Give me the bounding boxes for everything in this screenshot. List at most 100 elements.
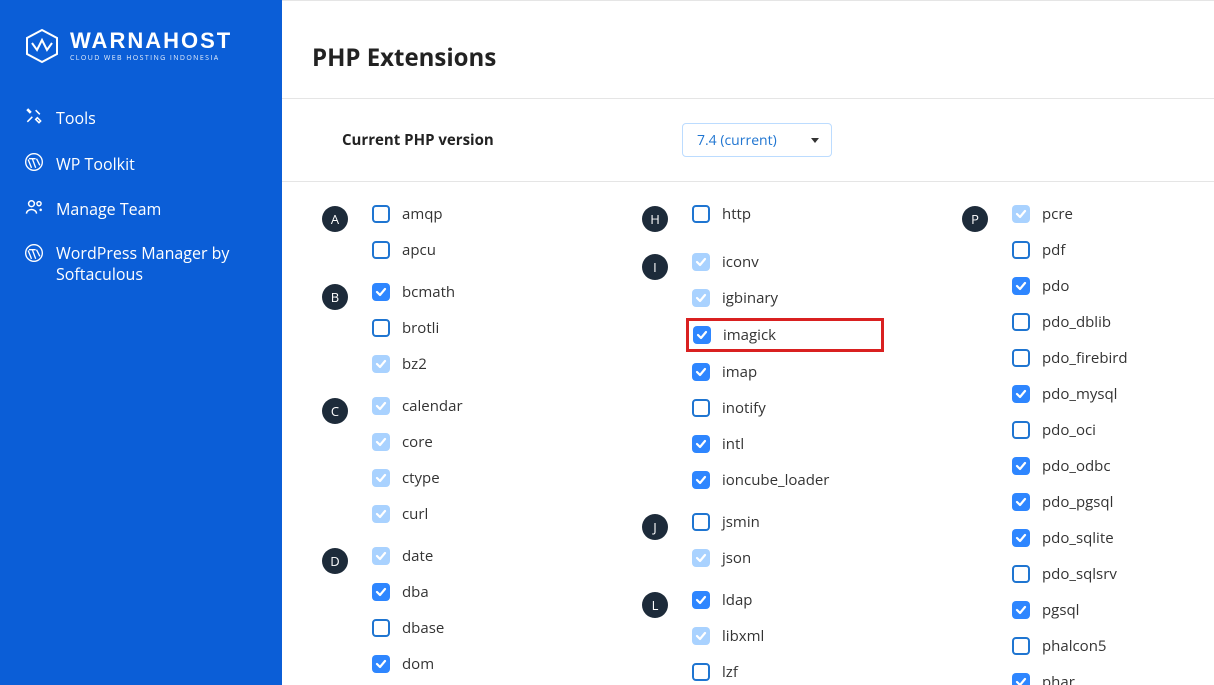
checkbox-locked-icon <box>372 433 390 451</box>
checkbox-unchecked-icon[interactable] <box>372 319 390 337</box>
extension-amqp[interactable]: amqp <box>366 200 449 228</box>
checkbox-checked-icon[interactable] <box>372 283 390 301</box>
extension-pgsql[interactable]: pgsql <box>1006 596 1134 624</box>
checkbox-checked-icon[interactable] <box>1012 673 1030 685</box>
extension-label: ctype <box>402 468 440 488</box>
letter-badge: A <box>322 206 348 232</box>
extension-pcre[interactable]: pcre <box>1006 200 1134 228</box>
checkbox-checked-icon[interactable] <box>1012 601 1030 619</box>
checkbox-checked-icon[interactable] <box>372 655 390 673</box>
checkbox-checked-icon[interactable] <box>1012 493 1030 511</box>
checkbox-unchecked-icon[interactable] <box>692 205 710 223</box>
extension-phar[interactable]: phar <box>1006 668 1134 685</box>
extension-label: pcre <box>1042 204 1073 224</box>
extension-jsmin[interactable]: jsmin <box>686 508 766 536</box>
extension-igbinary[interactable]: igbinary <box>686 284 878 312</box>
checkbox-checked-icon[interactable] <box>692 471 710 489</box>
extension-intl[interactable]: intl <box>686 430 878 458</box>
checkbox-checked-icon[interactable] <box>1012 277 1030 295</box>
checkbox-unchecked-icon[interactable] <box>1012 637 1030 655</box>
checkbox-unchecked-icon[interactable] <box>1012 421 1030 439</box>
extensions-column: Ppcrepdfpdopdo_dblibpdo_firebirdpdo_mysq… <box>962 202 1214 685</box>
sidebar: WARNAHOST CLOUD WEB HOSTING INDONESIA To… <box>0 0 282 685</box>
extension-label: pdo <box>1042 276 1069 296</box>
extension-bz2[interactable]: bz2 <box>366 350 461 378</box>
checkbox-unchecked-icon[interactable] <box>692 399 710 417</box>
checkbox-unchecked-icon[interactable] <box>1012 241 1030 259</box>
checkbox-checked-icon[interactable] <box>692 435 710 453</box>
extension-curl[interactable]: curl <box>366 500 469 528</box>
extensions-column: HhttpIiconvigbinaryimagickimapinotifyint… <box>642 202 922 685</box>
php-version-row: Current PHP version 7.4 (current) <box>282 99 1214 182</box>
extension-items: amqpapcu <box>370 202 445 262</box>
extension-date[interactable]: date <box>366 542 450 570</box>
extension-label: date <box>402 546 433 566</box>
extension-ldap[interactable]: ldap <box>686 586 770 614</box>
extension-label: pdo_oci <box>1042 420 1096 440</box>
checkbox-checked-icon[interactable] <box>692 363 710 381</box>
extension-label: curl <box>402 504 428 524</box>
extension-label: imap <box>722 362 757 382</box>
php-version-select[interactable]: 7.4 (current) <box>682 123 832 157</box>
checkbox-checked-icon[interactable] <box>1012 385 1030 403</box>
extension-pdo-sqlsrv[interactable]: pdo_sqlsrv <box>1006 560 1134 588</box>
extension-label: ioncube_loader <box>722 470 829 490</box>
extension-http[interactable]: http <box>686 200 757 228</box>
extension-pdo-oci[interactable]: pdo_oci <box>1006 416 1134 444</box>
extension-pdo-mysql[interactable]: pdo_mysql <box>1006 380 1134 408</box>
extension-pdf[interactable]: pdf <box>1006 236 1134 264</box>
sidebar-item-wordpress-manager-by-softaculous[interactable]: WordPress Manager by Softaculous <box>0 233 282 296</box>
extension-label: pgsql <box>1042 600 1079 620</box>
checkbox-unchecked-icon[interactable] <box>692 513 710 531</box>
extension-apcu[interactable]: apcu <box>366 236 449 264</box>
extension-dbase[interactable]: dbase <box>366 614 450 642</box>
extension-pdo[interactable]: pdo <box>1006 272 1134 300</box>
extension-imagick[interactable]: imagick <box>686 318 884 352</box>
checkbox-checked-icon[interactable] <box>1012 529 1030 547</box>
extension-lzf[interactable]: lzf <box>686 658 770 685</box>
extension-dba[interactable]: dba <box>366 578 450 606</box>
checkbox-checked-icon[interactable] <box>692 591 710 609</box>
checkbox-unchecked-icon[interactable] <box>372 619 390 637</box>
extension-json[interactable]: json <box>686 544 766 572</box>
team-icon <box>24 197 44 223</box>
sidebar-item-manage-team[interactable]: Manage Team <box>0 187 282 233</box>
extension-phalcon5[interactable]: phalcon5 <box>1006 632 1134 660</box>
extension-dom[interactable]: dom <box>366 650 450 678</box>
extension-pdo-odbc[interactable]: pdo_odbc <box>1006 452 1134 480</box>
extension-label: inotify <box>722 398 766 418</box>
extension-brotli[interactable]: brotli <box>366 314 461 342</box>
extension-label: amqp <box>402 204 443 224</box>
checkbox-checked-icon[interactable] <box>372 583 390 601</box>
extension-pdo-sqlite[interactable]: pdo_sqlite <box>1006 524 1134 552</box>
sidebar-item-wp-toolkit[interactable]: WP Toolkit <box>0 142 282 188</box>
extension-pdo-firebird[interactable]: pdo_firebird <box>1006 344 1134 372</box>
checkbox-locked-icon <box>1012 205 1030 223</box>
letter-badge: L <box>642 592 668 618</box>
checkbox-checked-icon[interactable] <box>1012 457 1030 475</box>
extension-libxml[interactable]: libxml <box>686 622 770 650</box>
extension-inotify[interactable]: inotify <box>686 394 878 422</box>
chevron-down-icon <box>811 138 819 143</box>
extension-pdo-dblib[interactable]: pdo_dblib <box>1006 308 1134 336</box>
extension-iconv[interactable]: iconv <box>686 248 878 276</box>
checkbox-checked-icon[interactable] <box>693 326 711 344</box>
extension-items: calendarcorectypecurl <box>370 394 465 526</box>
php-version-selected: 7.4 (current) <box>697 131 777 150</box>
sidebar-item-tools[interactable]: Tools <box>0 96 282 142</box>
extension-calendar[interactable]: calendar <box>366 392 469 420</box>
extension-imap[interactable]: imap <box>686 358 878 386</box>
checkbox-unchecked-icon[interactable] <box>692 663 710 681</box>
checkbox-unchecked-icon[interactable] <box>372 241 390 259</box>
checkbox-unchecked-icon[interactable] <box>372 205 390 223</box>
extension-pdo-pgsql[interactable]: pdo_pgsql <box>1006 488 1134 516</box>
sidebar-item-label: Manage Team <box>56 199 161 221</box>
extension-label: brotli <box>402 318 439 338</box>
checkbox-unchecked-icon[interactable] <box>1012 565 1030 583</box>
checkbox-unchecked-icon[interactable] <box>1012 349 1030 367</box>
extension-core[interactable]: core <box>366 428 469 456</box>
extension-bcmath[interactable]: bcmath <box>366 278 461 306</box>
extension-ctype[interactable]: ctype <box>366 464 469 492</box>
checkbox-unchecked-icon[interactable] <box>1012 313 1030 331</box>
extension-ioncube-loader[interactable]: ioncube_loader <box>686 466 878 494</box>
